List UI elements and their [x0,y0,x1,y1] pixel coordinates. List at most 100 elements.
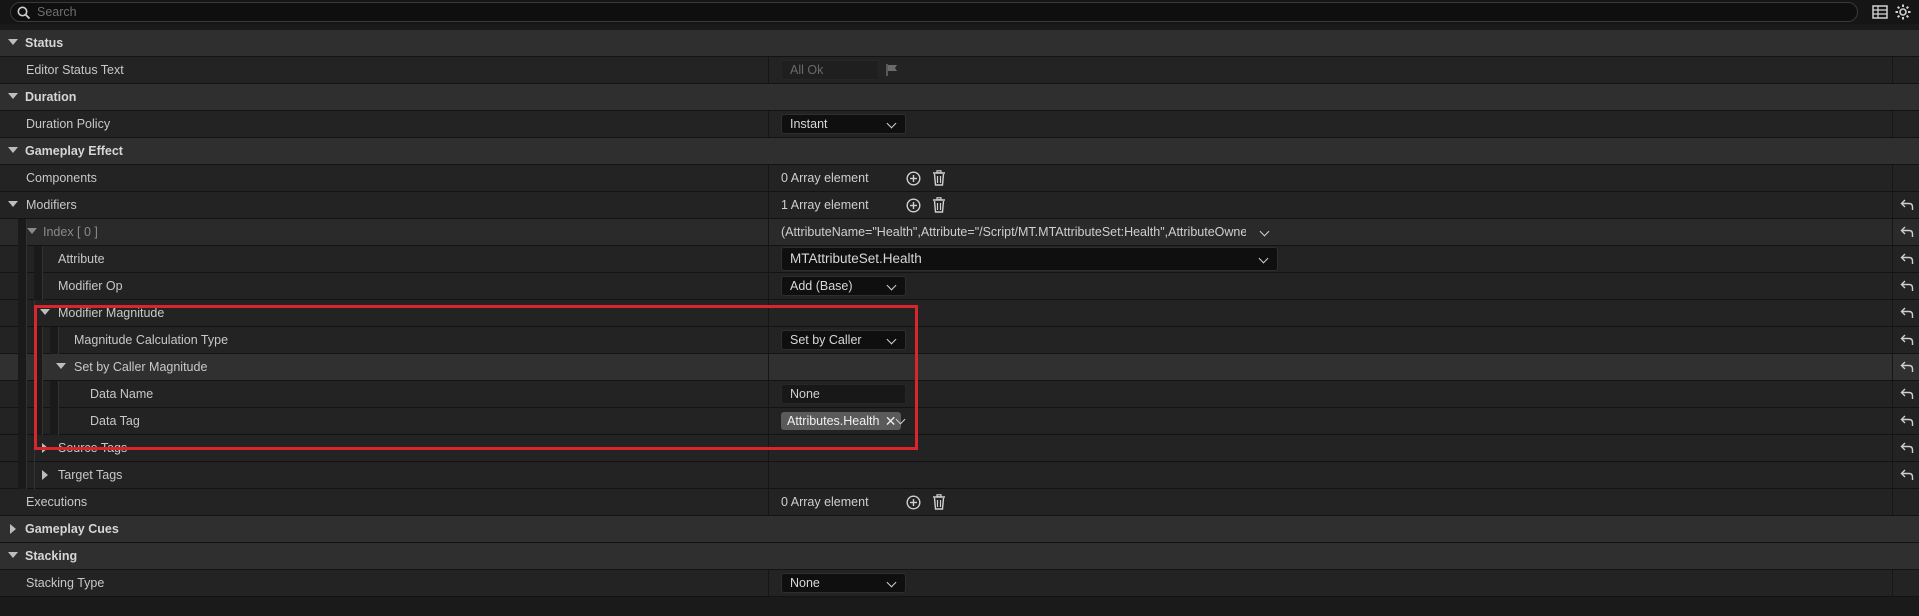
array-count: 0 Array element [781,171,869,185]
collapse-arrow-icon[interactable] [8,147,18,153]
add-element-icon[interactable] [906,495,921,510]
dropdown-value: MTAttributeSet.Health [790,251,922,266]
property-row-modifier-magnitude: Modifier Magnitude [0,300,1919,327]
property-row-modifiers: Modifiers 1 Array element [0,192,1919,219]
dropdown-value: None [790,576,820,590]
table-view-icon[interactable] [1871,3,1889,21]
category-status[interactable]: Status [0,30,1919,57]
property-label: Index [ 0 ] [43,225,98,239]
expand-arrow-icon[interactable] [42,470,48,480]
dropdown-value: Instant [790,117,828,131]
add-element-icon[interactable] [906,198,921,213]
delete-trash-icon[interactable] [932,494,946,510]
search-box[interactable] [10,2,1858,22]
delete-trash-icon[interactable] [932,170,946,186]
duration-policy-dropdown[interactable]: Instant [781,114,906,134]
property-row-editor-status-text: Editor Status Text All Ok [0,57,1919,84]
expand-arrow-icon[interactable] [10,524,16,534]
property-label: Data Name [90,387,154,401]
dropdown-value: Add (Base) [790,279,853,293]
data-name-value: None [790,387,820,401]
category-gameplay-effect[interactable]: Gameplay Effect [0,138,1919,165]
collapse-arrow-icon[interactable] [8,201,18,207]
chevron-down-icon [886,280,897,291]
collapse-arrow-icon[interactable] [40,309,50,315]
reset-arrow-icon[interactable] [1900,307,1914,319]
category-label: Duration [25,90,77,104]
magnitude-calculation-type-dropdown[interactable]: Set by Caller [781,330,906,350]
reset-arrow-icon[interactable] [1900,199,1914,211]
flag-icon [886,64,897,76]
property-label: Modifier Magnitude [58,306,165,320]
property-row-stacking-type: Stacking Type None [0,570,1919,597]
array-count: 1 Array element [781,198,869,212]
category-duration[interactable]: Duration [0,84,1919,111]
property-row-set-by-caller-magnitude: Set by Caller Magnitude [0,354,1919,381]
chevron-down-icon[interactable] [1259,226,1270,237]
property-label: Duration Policy [26,117,111,131]
property-label: Source Tags [58,441,128,455]
stacking-type-dropdown[interactable]: None [781,573,906,593]
reset-arrow-icon[interactable] [1900,388,1914,400]
chevron-down-icon [886,334,897,345]
property-row-data-name: Data Name None [0,381,1919,408]
category-gameplay-cues[interactable]: Gameplay Cues [0,516,1919,543]
collapse-arrow-icon[interactable] [27,228,37,234]
reset-arrow-icon[interactable] [1900,361,1914,373]
reset-arrow-icon[interactable] [1900,226,1914,238]
category-label: Gameplay Cues [25,522,119,536]
editor-status-field: All Ok [781,60,879,80]
expand-arrow-icon[interactable] [42,443,48,453]
modifier-op-dropdown[interactable]: Add (Base) [781,276,906,296]
add-element-icon[interactable] [906,171,921,186]
collapse-arrow-icon[interactable] [8,93,18,99]
reset-arrow-icon[interactable] [1900,253,1914,265]
reset-arrow-icon[interactable] [1900,334,1914,346]
attribute-dropdown[interactable]: MTAttributeSet.Health [781,247,1278,271]
collapse-arrow-icon[interactable] [56,363,66,369]
property-row-components: Components 0 Array element [0,165,1919,192]
category-label: Status [25,36,64,50]
property-label: Attribute [58,252,105,266]
data-tag-chip[interactable]: Attributes.Health ✕ [781,412,902,430]
reset-arrow-icon[interactable] [1900,415,1914,427]
property-label: Components [26,171,97,185]
delete-trash-icon[interactable] [932,197,946,213]
property-row-target-tags: Target Tags [0,462,1919,489]
property-row-magnitude-calculation-type: Magnitude Calculation Type Set by Caller [0,327,1919,354]
remove-tag-icon[interactable]: ✕ [885,412,897,430]
property-label: Set by Caller Magnitude [74,360,208,374]
property-label: Executions [26,495,88,509]
reset-arrow-icon[interactable] [1900,442,1914,454]
property-label: Magnitude Calculation Type [74,333,229,347]
settings-gear-icon[interactable] [1894,3,1912,21]
editor-status-value: All Ok [790,63,824,77]
details-panel: Status Editor Status Text All Ok Duratio… [0,30,1919,597]
struct-summary: (AttributeName="Health",Attribute="/Scri… [781,225,1246,239]
chevron-down-icon [886,118,897,129]
property-label: Modifiers [26,198,77,212]
reset-arrow-icon[interactable] [1900,280,1914,292]
property-row-executions: Executions 0 Array element [0,489,1919,516]
chevron-down-icon [886,577,897,588]
property-row-source-tags: Source Tags [0,435,1919,462]
property-label: Stacking Type [26,576,105,590]
property-row-duration-policy: Duration Policy Instant [0,111,1919,138]
property-row-attribute: Attribute MTAttributeSet.Health [0,246,1919,273]
search-input[interactable] [37,4,1837,20]
collapse-arrow-icon[interactable] [8,39,18,45]
dropdown-value: Set by Caller [790,333,862,347]
property-label: Data Tag [90,414,140,428]
property-row-data-tag: Data Tag Attributes.Health ✕ [0,408,1919,435]
property-label: Editor Status Text [26,63,124,77]
data-name-field[interactable]: None [781,384,906,404]
tag-label: Attributes.Health [787,414,880,428]
details-search-bar [0,0,1919,24]
reset-arrow-icon[interactable] [1900,469,1914,481]
collapse-arrow-icon[interactable] [8,552,18,558]
property-label: Modifier Op [58,279,123,293]
category-label: Stacking [25,549,78,563]
chevron-down-icon [1258,253,1269,264]
category-label: Gameplay Effect [25,144,123,158]
category-stacking[interactable]: Stacking [0,543,1919,570]
